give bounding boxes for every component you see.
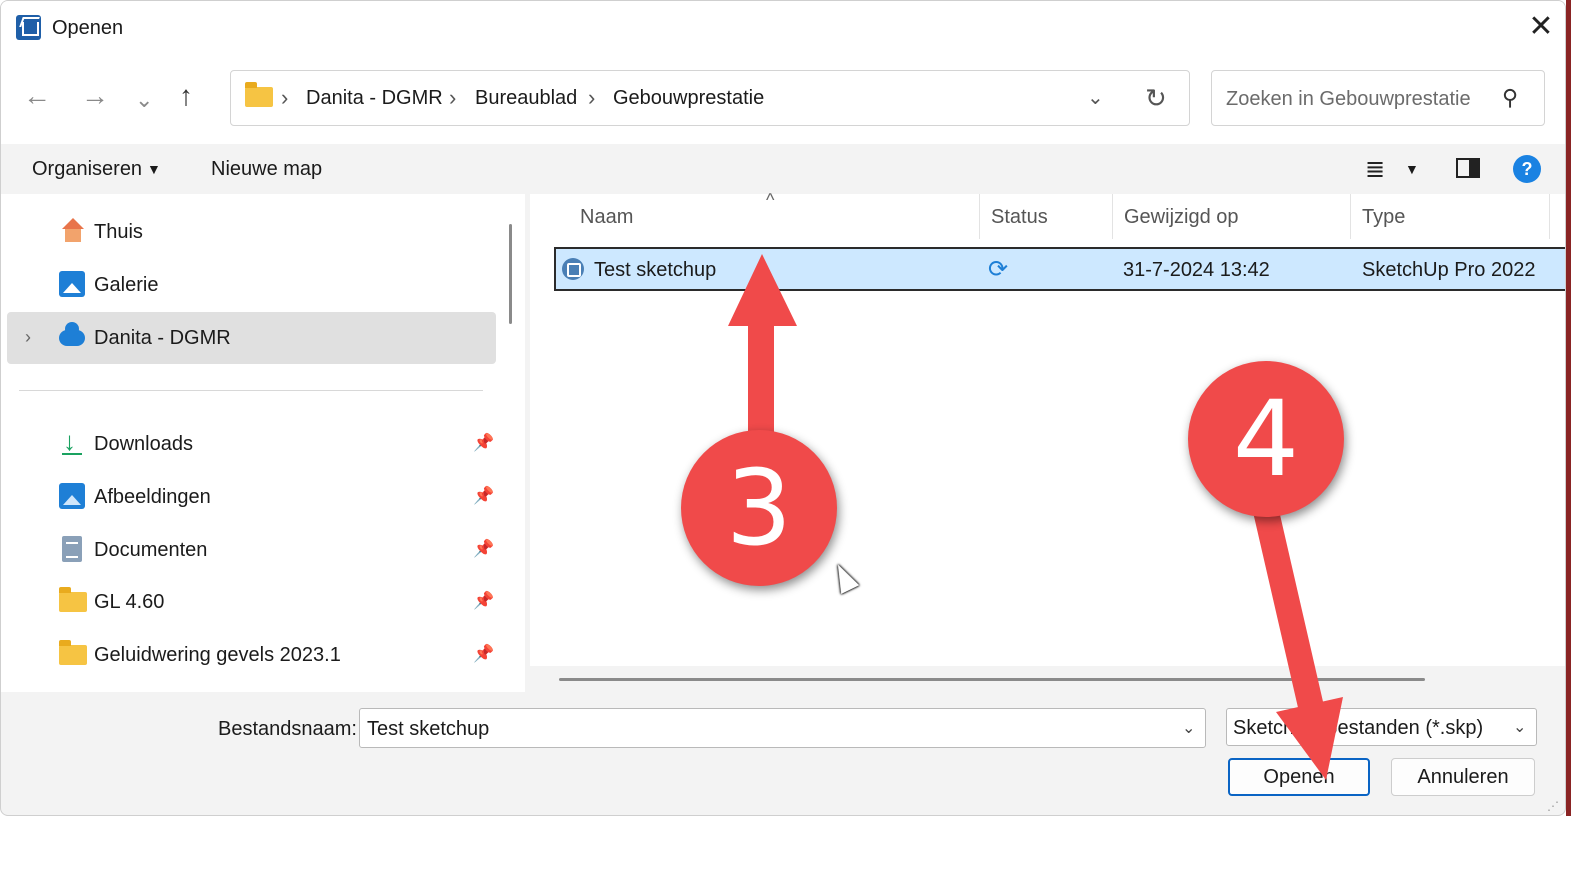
sidebar-scrollbar[interactable] [498,194,525,692]
new-folder-button[interactable]: Nieuwe map [211,158,322,181]
cancel-button[interactable]: Annuleren [1391,758,1535,796]
step-3-callout: 3 [681,430,837,586]
gallery-icon [59,271,85,297]
sidebar-item-galerie[interactable]: Galerie [7,259,496,311]
address-history-chevron-icon[interactable]: ⌄ [1087,85,1104,110]
folder-icon [59,587,87,612]
file-type-value: SketchUp-bestanden (*.skp) [1233,717,1484,739]
sidebar-item-geluidwering-gevels[interactable]: Geluidwering gevels 2023.1 📌 [7,629,496,681]
download-icon [59,426,85,457]
pin-icon: 📌 [473,644,495,663]
file-list-horizontal-scrollbar[interactable] [530,666,1565,692]
pictures-icon [59,483,85,509]
view-options-icon[interactable]: ≣ [1365,155,1385,184]
documents-icon [62,536,82,562]
sidebar-scrollbar-thumb[interactable] [509,224,512,324]
column-header-status[interactable]: Status [991,206,1048,229]
filename-value: Test sketchup [367,718,490,740]
search-input[interactable]: Zoeken in Gebouwprestatie ⚲ [1211,70,1545,126]
open-button[interactable]: Openen [1228,758,1370,796]
sidebar-item-label: Galerie [94,274,159,296]
home-icon [59,218,85,244]
sidebar-item-label: Downloads [94,433,193,455]
title-bar: Openen ✕ [1,1,1565,54]
caret-down-icon[interactable]: ▼ [1405,161,1419,177]
step-4-callout: 4 [1188,361,1344,517]
up-arrow-icon[interactable]: ↑ [179,82,193,110]
pin-icon: 📌 [473,591,495,610]
address-bar[interactable]: › Danita - DGMR › Bureaublad › Gebouwpre… [230,70,1190,126]
close-button[interactable]: ✕ [1523,11,1559,45]
chevron-down-icon[interactable]: ⌄ [1513,717,1526,737]
sidebar-item-downloads[interactable]: Downloads 📌 [7,418,496,470]
sidebar-item-label: GL 4.60 [94,591,165,613]
sidebar-item-danita-dgmr[interactable]: › Danita - DGMR [7,312,496,364]
sidebar-item-documenten[interactable]: Documenten 📌 [7,524,496,576]
sync-icon: ⟳ [988,256,1009,283]
sidebar-item-label: Thuis [94,221,143,243]
dialog-title: Openen [52,17,124,39]
folder-icon [245,82,273,107]
filename-input[interactable]: Test sketchup ⌄ [359,708,1206,748]
pin-icon: 📌 [473,433,495,452]
navigation-pane: Thuis Galerie › Danita - DGMR Downloads … [1,194,498,692]
pin-icon: 📌 [473,539,495,558]
breadcrumb-separator: › [588,85,596,110]
sidebar-divider [19,390,483,391]
refresh-icon[interactable]: ↻ [1145,83,1167,114]
recent-locations-chevron-icon[interactable]: ⌄ [135,86,153,114]
sort-ascending-icon: ^ [766,190,775,210]
column-separator[interactable] [1112,194,1113,239]
resize-grip-icon[interactable]: ⋰ [1547,799,1559,813]
sidebar-item-thuis[interactable]: Thuis [7,206,496,258]
forward-arrow-icon[interactable]: → [81,82,109,110]
search-placeholder: Zoeken in Gebouwprestatie [1226,88,1471,110]
expand-chevron-icon[interactable]: › [25,327,31,348]
breadcrumb-gebouwprestatie[interactable]: Gebouwprestatie [613,87,764,110]
sketchup-file-icon [562,258,584,280]
breadcrumb-separator: › [449,85,457,110]
sidebar-item-label: Geluidwering gevels 2023.1 [94,644,341,666]
column-separator[interactable] [1549,194,1550,239]
background-window-edge [1566,0,1571,816]
file-row-test-sketchup[interactable]: Test sketchup ⟳ 31-7-2024 13:42 SketchUp… [554,247,1565,291]
sidebar-item-label: Documenten [94,539,208,561]
folder-icon [59,640,87,665]
onedrive-cloud-icon [59,322,85,346]
navigation-bar: ← → ⌄ ↑ › Danita - DGMR › Bureaublad › G… [1,54,1565,144]
column-header-gewijzigd-op[interactable]: Gewijzigd op [1124,206,1239,229]
sidebar-item-gl-4-60[interactable]: GL 4.60 📌 [7,576,496,628]
command-bar: Organiseren ▼ Nieuwe map ≣ ▼ ? [1,144,1565,194]
sketchup-app-icon [16,15,41,40]
column-separator[interactable] [1350,194,1351,239]
breadcrumb-danita-dgmr[interactable]: Danita - DGMR [306,87,443,110]
sidebar-item-afbeeldingen[interactable]: Afbeeldingen 📌 [7,471,496,523]
filename-label: Bestandsnaam: [218,718,357,740]
organize-menu-button[interactable]: Organiseren [32,158,142,181]
breadcrumb-bureaublad[interactable]: Bureaublad [475,87,577,110]
column-header-type[interactable]: Type [1362,206,1405,229]
pin-icon: 📌 [473,486,495,505]
file-type: SketchUp Pro 2022 [1362,259,1536,281]
caret-down-icon[interactable]: ▼ [147,161,161,177]
help-icon[interactable]: ? [1513,155,1541,183]
file-name: Test sketchup [594,259,717,281]
file-list: ^ Naam Status Gewijzigd op Type Test ske… [530,190,1565,666]
horizontal-scrollbar-thumb[interactable] [559,678,1425,681]
column-header-naam[interactable]: Naam [580,206,633,229]
search-icon[interactable]: ⚲ [1502,85,1518,111]
sidebar-item-label: Afbeeldingen [94,486,211,508]
file-type-select[interactable]: SketchUp-bestanden (*.skp) ⌄ [1226,708,1537,746]
file-modified: 31-7-2024 13:42 [1123,259,1270,281]
sidebar-item-label: Danita - DGMR [94,327,231,349]
breadcrumb-separator: › [281,85,289,110]
back-arrow-icon[interactable]: ← [23,82,51,110]
column-separator[interactable] [979,194,980,239]
preview-pane-icon[interactable] [1456,158,1480,178]
chevron-down-icon[interactable]: ⌄ [1182,718,1195,738]
